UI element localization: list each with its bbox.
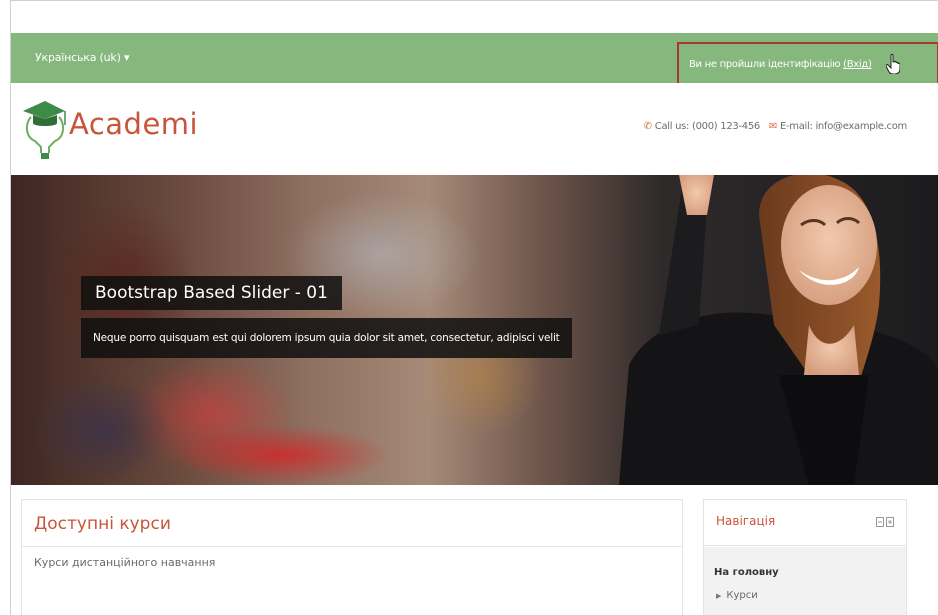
login-status-highlight: Ви не пройшли ідентифікацію (Вхід) — [677, 42, 938, 86]
login-status: Ви не пройшли ідентифікацію (Вхід) — [689, 59, 872, 70]
divider — [22, 546, 682, 547]
nav-item-home[interactable]: На головну — [714, 567, 779, 578]
slide-caption: Neque porro quisquam est qui dolorem ips… — [81, 318, 572, 358]
course-category-link[interactable]: Курси дистанційного навчання — [34, 556, 215, 569]
login-link[interactable]: (Вхід) — [843, 59, 872, 70]
language-menu[interactable]: Українська (uk) ▾ — [35, 51, 129, 64]
page-frame: Українська (uk) ▾ Ви не пройшли ідентифі… — [10, 0, 938, 615]
contact-info: ✆ Call us: (000) 123-456 ✉ E-mail: info@ex… — [643, 121, 908, 132]
phone-text: Call us: (000) 123-456 — [654, 121, 761, 132]
triangle-right-icon: ▶ — [716, 592, 722, 600]
hero-slider[interactable]: Bootstrap Based Slider - 01 Neque porro … — [11, 175, 938, 485]
nav-item-courses-label: Курси — [726, 590, 758, 601]
site-logo-text[interactable]: Academi — [69, 107, 198, 141]
navigation-header: Навігація — [704, 500, 906, 546]
slider-background-blur — [31, 375, 171, 485]
hand-cursor-icon — [886, 54, 900, 74]
available-courses-block: Доступні курси Курси дистанційного навча… — [21, 499, 683, 615]
email-text[interactable]: E-mail: info@example.com — [780, 121, 907, 132]
block-control-icon[interactable] — [876, 517, 894, 527]
login-status-text: Ви не пройшли ідентифікацію — [689, 59, 841, 70]
top-bar: Українська (uk) ▾ Ви не пройшли ідентифі… — [11, 33, 938, 86]
phone-icon: ✆ — [643, 121, 652, 132]
nav-item-courses[interactable]: ▶ Курси — [716, 590, 758, 601]
slider-background-blur — [171, 425, 391, 485]
graduation-cap-logo-icon[interactable] — [21, 97, 67, 159]
site-header: Academi ✆ Call us: (000) 123-456 ✉ E-mail:… — [11, 83, 938, 175]
graduate-photo — [619, 175, 938, 485]
navigation-title: Навігація — [716, 514, 776, 528]
envelope-icon: ✉ — [768, 121, 777, 132]
slide-title: Bootstrap Based Slider - 01 — [81, 276, 342, 310]
available-courses-title: Доступні курси — [34, 514, 171, 534]
navigation-content: На головну ▶ Курси — [704, 547, 906, 615]
navigation-block: Навігація На головну ▶ Курси — [703, 499, 907, 615]
